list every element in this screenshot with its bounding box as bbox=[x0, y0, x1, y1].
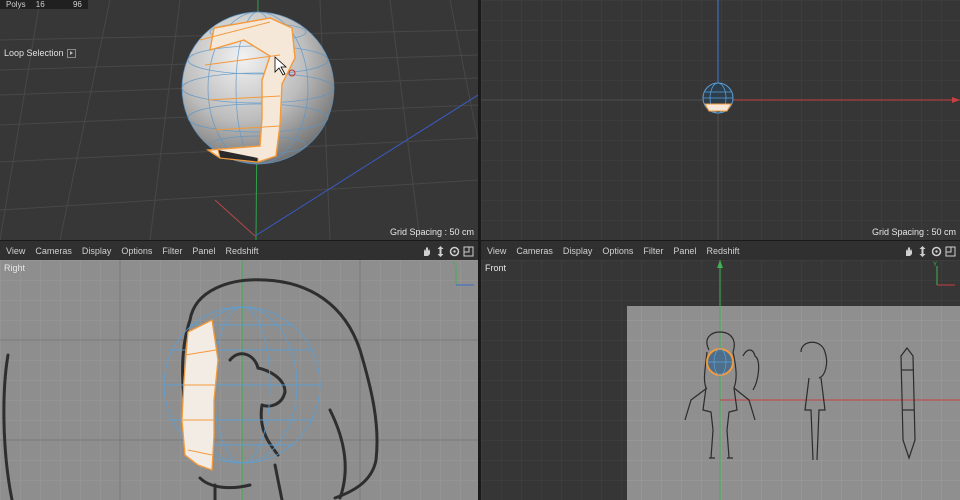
polys-selected-count: 16 bbox=[35, 0, 45, 9]
rotate-icon[interactable] bbox=[931, 246, 942, 257]
grid-spacing-label: Grid Spacing : 50 cm bbox=[389, 227, 474, 237]
menu-cameras[interactable]: Cameras bbox=[30, 241, 77, 261]
viewport-name: Front bbox=[485, 263, 507, 273]
menu-filter[interactable]: Filter bbox=[638, 241, 668, 261]
menu-redshift[interactable]: Redshift bbox=[220, 241, 263, 261]
menu-panel[interactable]: Panel bbox=[668, 241, 701, 261]
sphere-front-view[interactable] bbox=[706, 348, 734, 376]
front-scene: Y bbox=[481, 260, 960, 500]
right-viewport-menubar: View Cameras Display Options Filter Pane… bbox=[0, 240, 478, 261]
sphere-top-view[interactable] bbox=[702, 82, 734, 114]
viewport-nav-icons bbox=[421, 241, 474, 261]
front-viewport-menubar: View Cameras Display Options Filter Pane… bbox=[481, 240, 960, 261]
right-scene: Y bbox=[0, 260, 478, 500]
zoom-arrows-icon[interactable] bbox=[435, 245, 446, 257]
x-axis bbox=[214, 199, 256, 237]
polys-label: Polys bbox=[6, 0, 26, 9]
top-viewport[interactable]: Grid Spacing : 50 cm bbox=[481, 0, 960, 240]
top-scene bbox=[481, 0, 960, 240]
zoom-arrows-icon[interactable] bbox=[917, 245, 928, 257]
right-viewport[interactable]: Y Right bbox=[0, 260, 478, 500]
menu-filter[interactable]: Filter bbox=[157, 241, 187, 261]
grid-spacing-label: Grid Spacing : 50 cm bbox=[871, 227, 956, 237]
selected-polygon-loop bbox=[181, 319, 219, 471]
menu-view[interactable]: View bbox=[481, 241, 511, 261]
viewport-nav-icons bbox=[903, 241, 956, 261]
menu-display[interactable]: Display bbox=[558, 241, 598, 261]
viewport-divider[interactable] bbox=[478, 0, 481, 500]
tool-options-arrow-icon[interactable] bbox=[66, 48, 76, 58]
front-viewport[interactable]: Y Front bbox=[481, 260, 960, 500]
svg-text:Y: Y bbox=[452, 262, 456, 268]
menu-cameras[interactable]: Cameras bbox=[511, 241, 558, 261]
menu-options[interactable]: Options bbox=[597, 241, 638, 261]
maximize-icon[interactable] bbox=[463, 246, 474, 257]
svg-text:Y: Y bbox=[933, 262, 937, 268]
sphere-object[interactable] bbox=[181, 11, 335, 165]
perspective-viewport[interactable]: Polys 16 96 Loop Selection Grid Spacing … bbox=[0, 0, 478, 240]
polys-total-count: 96 bbox=[72, 0, 82, 9]
viewport-name: Right bbox=[4, 263, 26, 273]
rotate-icon[interactable] bbox=[449, 246, 460, 257]
loop-selection-tool-label[interactable]: Loop Selection bbox=[4, 48, 76, 58]
menu-view[interactable]: View bbox=[0, 241, 30, 261]
perspective-scene bbox=[0, 0, 478, 240]
move-hand-icon[interactable] bbox=[421, 246, 432, 257]
maximize-icon[interactable] bbox=[945, 246, 956, 257]
menu-options[interactable]: Options bbox=[116, 241, 157, 261]
polygon-count-hud: Polys 16 96 bbox=[0, 0, 88, 9]
menu-display[interactable]: Display bbox=[77, 241, 117, 261]
menu-panel[interactable]: Panel bbox=[187, 241, 220, 261]
move-hand-icon[interactable] bbox=[903, 246, 914, 257]
menu-redshift[interactable]: Redshift bbox=[701, 241, 744, 261]
tool-name: Loop Selection bbox=[4, 48, 64, 58]
